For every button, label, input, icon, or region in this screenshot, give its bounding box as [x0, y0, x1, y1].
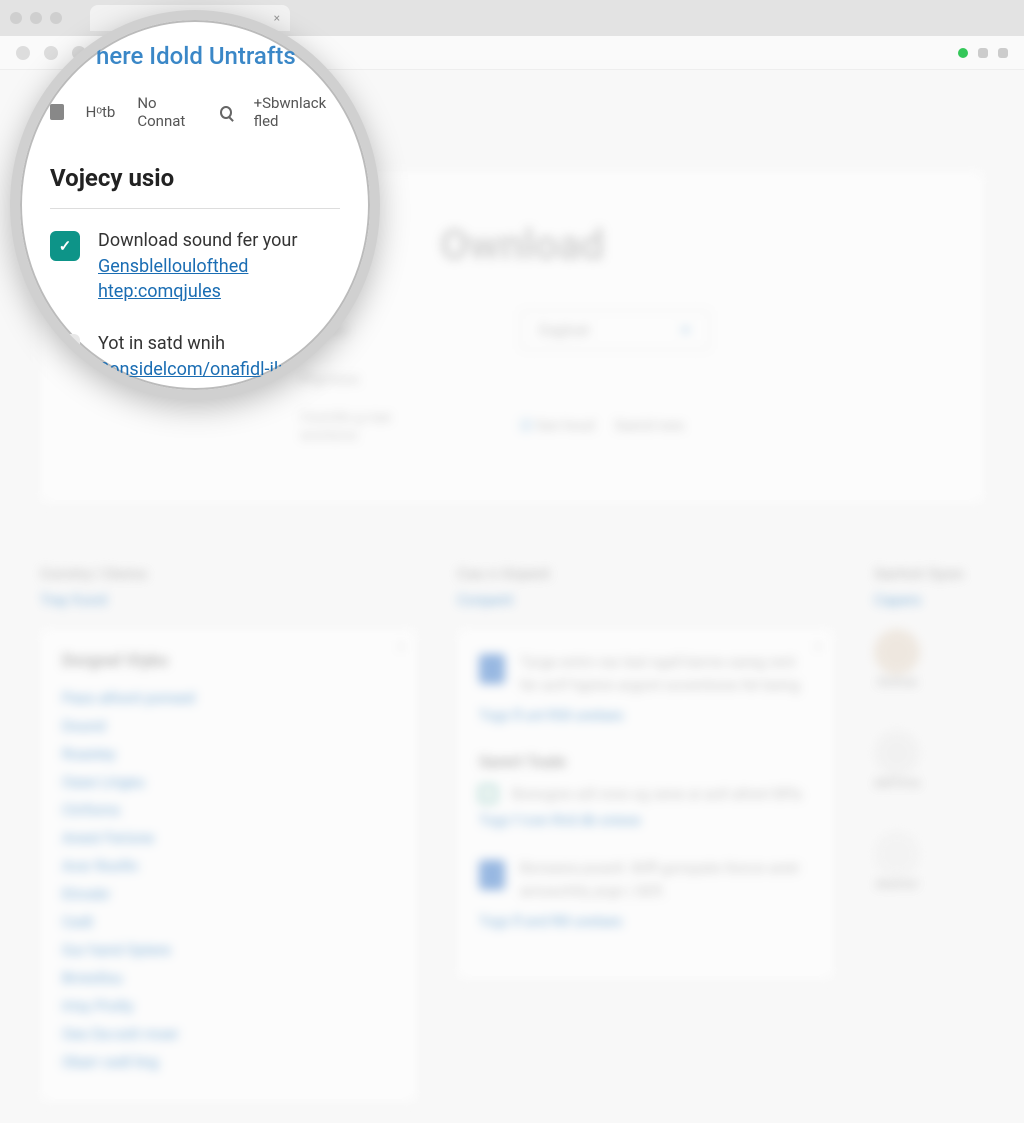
extension-icon[interactable]	[978, 48, 988, 58]
notice-sublink[interactable]: Togs f rcen Rrid db oniese	[479, 813, 812, 829]
notice-text: Bsrseera poastl. Biffl goropate Ilonce a…	[520, 857, 812, 902]
col-link[interactable]: Tray fcord	[40, 591, 417, 609]
close-icon[interactable]: ×	[398, 639, 405, 655]
col-heading: Sartrot Syon	[874, 564, 984, 583]
col-heading: Cas n Orpent	[457, 564, 834, 583]
toolbar-item[interactable]: +Sbwnlack fled	[254, 94, 340, 130]
step-link[interactable]: Bonsidelcom/onafidl-ilples	[98, 359, 312, 380]
pill-checked[interactable]: ☑ San houd	[520, 418, 594, 434]
hero-title: Ownload	[440, 221, 924, 270]
select-value: Eagloat	[539, 321, 589, 339]
list-item[interactable]: Anest Ferione	[62, 829, 395, 847]
person-item[interactable]: Aolnue	[874, 629, 984, 690]
traffic-light-max[interactable]	[50, 12, 62, 24]
meta-label: Prgntses	[300, 370, 440, 388]
notice-text: Tyrge entrn ras leal ngell berne oareg r…	[520, 651, 812, 696]
person-item[interactable]: dsanior	[874, 831, 984, 892]
list-item[interactable]: Cedt	[62, 913, 395, 931]
step-link[interactable]: Gensblelloulofthed htep:comqjules	[98, 256, 248, 301]
list-item[interactable]: Avsr Roofin	[62, 857, 395, 875]
lens-toolbar: Hᵒtb No Connat +Sbwnlack fled	[50, 94, 340, 130]
select-dropdown[interactable]: Eagloat ▼	[520, 310, 710, 350]
close-icon[interactable]: ×	[815, 639, 822, 655]
chevron-down-icon: ▼	[680, 324, 691, 337]
list-item[interactable]: Pass athont ponsed	[62, 689, 395, 707]
list-item[interactable]: Roastey	[62, 745, 395, 763]
checkbox-icon[interactable]: ✓	[479, 785, 497, 803]
list-item[interactable]: Irtsy Prolty	[62, 997, 395, 1015]
card-links: × Dorgnel Viyko Pass athont ponsed Dound…	[40, 629, 417, 1103]
list-item[interactable]: Etrosbr	[62, 885, 395, 903]
search-icon[interactable]	[220, 106, 232, 119]
lens-page-title: here Idold Untrafts	[96, 42, 340, 70]
person-name: dsanior	[874, 877, 920, 892]
notice-sublink[interactable]: Togs fl unt R3il unelaes	[479, 708, 812, 724]
meta-label: Csontle g nae wontons	[300, 408, 440, 444]
list-item[interactable]: Gur hand Optere	[62, 941, 395, 959]
divider	[50, 208, 340, 209]
list-item[interactable]: Obarr cedl ling	[62, 1053, 395, 1071]
pill-option[interactable]: Saend roes	[614, 418, 684, 434]
print-icon[interactable]	[50, 104, 64, 120]
toolbar-item[interactable]: No Connat	[137, 94, 198, 130]
link-list: Pass athont ponsed Dound Roastey Oase Li…	[62, 689, 395, 1071]
list-item[interactable]: Brrestlou	[62, 969, 395, 987]
col-link[interactable]: Conpent	[457, 591, 834, 609]
tab-close-icon[interactable]: ×	[274, 11, 280, 25]
list-item[interactable]: Oes Da-ostt rnoer	[62, 1025, 395, 1043]
lock-icon	[479, 654, 505, 684]
status-dot	[958, 48, 968, 58]
person-name: defrtrne	[874, 776, 920, 791]
step-text: Download sound fer your	[98, 229, 340, 253]
col-link[interactable]: Capers	[874, 591, 984, 609]
magnifier-lens: here Idold Untrafts Hᵒtb No Connat +Sbwn…	[10, 10, 380, 400]
lock-icon	[479, 860, 505, 890]
notice-sublink[interactable]: Togs fl and Rlil unelaes	[479, 914, 812, 930]
section-title: Sarert Toale	[479, 752, 812, 771]
person-name: Aolnue	[874, 675, 920, 690]
step-item: ✓ Download sound fer your Gensblelloulof…	[50, 229, 340, 304]
lens-section-heading: Vojecy usio	[50, 164, 340, 192]
list-item[interactable]: Dound	[62, 717, 395, 735]
col-heading: Corstry I Demo	[40, 564, 417, 583]
traffic-light-min[interactable]	[30, 12, 42, 24]
avatar	[874, 730, 920, 776]
menu-icon[interactable]	[998, 48, 1008, 58]
list-item[interactable]: Oase Lingeu	[62, 773, 395, 791]
person-item[interactable]: defrtrne	[874, 730, 984, 791]
step-text: Yot in satd wnih	[98, 332, 340, 356]
list-item[interactable]: Ctrifoms	[62, 801, 395, 819]
toolbar-item[interactable]: Hᵒtb	[86, 103, 116, 121]
forward-icon[interactable]	[44, 46, 58, 60]
check-text: Bonogne sdl rone og sene ai aoll altrerl…	[512, 785, 802, 803]
avatar	[874, 629, 920, 675]
card-title: Dorgnel Viyko	[62, 651, 395, 671]
card-notices: × Tyrge entrn ras leal ngell berne oareg…	[457, 629, 834, 980]
avatar	[874, 831, 920, 877]
step-badge-done: ✓	[50, 231, 80, 261]
traffic-light-close[interactable]	[10, 12, 22, 24]
back-icon[interactable]	[16, 46, 30, 60]
